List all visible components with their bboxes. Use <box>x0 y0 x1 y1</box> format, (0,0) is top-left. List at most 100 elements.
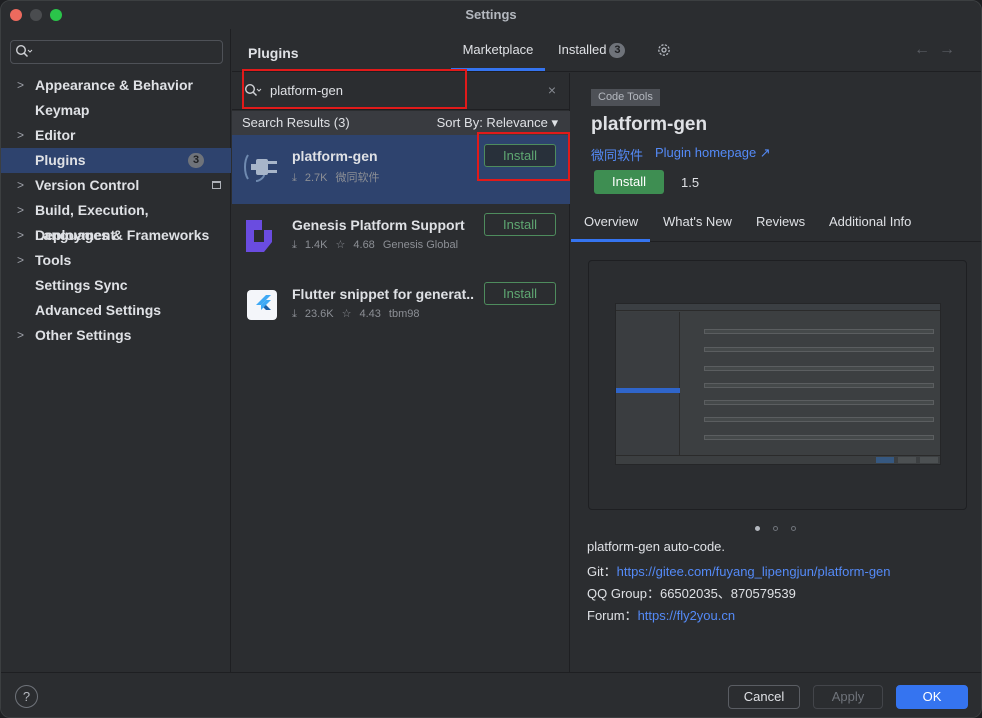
tab-reviews[interactable]: Reviews <box>756 204 805 241</box>
tab-installed[interactable]: Installed 3 <box>558 29 626 72</box>
sidebar-item-label: Other Settings <box>35 327 132 343</box>
carousel-dot[interactable] <box>791 526 796 531</box>
screenshot-carousel[interactable] <box>588 260 967 510</box>
sidebar-item-label: Version Control <box>35 177 140 193</box>
sidebar-item-label: Advanced Settings <box>35 302 162 318</box>
category-tag: Code Tools <box>591 89 660 106</box>
sidebar-item-advanced-settings[interactable]: Advanced Settings <box>1 298 231 323</box>
plugins-update-badge: 3 <box>188 153 204 168</box>
chevron-right-icon: > <box>17 203 25 217</box>
detail-tabs: Overview What's New Reviews Additional I… <box>571 204 981 242</box>
carousel-dot-active[interactable] <box>755 526 760 531</box>
plugins-header: Plugins Marketplace Installed 3 ← → <box>232 29 981 72</box>
git-link[interactable]: https://gitee.com/fuyang_lipengjun/platf… <box>617 564 891 579</box>
gear-icon[interactable] <box>656 42 672 61</box>
minimize-window-button[interactable] <box>30 9 42 21</box>
plugin-name: Genesis Platform Support <box>292 217 465 233</box>
star-icon: ☆ <box>341 308 352 320</box>
maximize-window-button[interactable] <box>50 9 62 21</box>
install-button[interactable]: Install <box>484 282 556 305</box>
vendor-link[interactable]: 微同软件 <box>591 145 643 164</box>
settings-sidebar: > Appearance & Behavior Keymap > Editor … <box>1 29 231 672</box>
sidebar-item-appearance-behavior[interactable]: > Appearance & Behavior <box>1 73 231 98</box>
tab-additional-info[interactable]: Additional Info <box>829 204 911 241</box>
plugin-downloads: 23.6K <box>304 308 334 320</box>
search-icon <box>15 44 33 63</box>
apply-button[interactable]: Apply <box>813 685 883 709</box>
tab-overview[interactable]: Overview <box>584 204 638 241</box>
plugin-name: platform-gen <box>292 148 378 164</box>
sidebar-item-label: Tools <box>35 252 72 268</box>
description-qq: QQ Group：66502035、870579539 <box>587 586 796 601</box>
sidebar-item-build-execution-deployment[interactable]: > Build, Execution, Deployment <box>1 198 231 243</box>
tab-whats-new[interactable]: What's New <box>663 204 732 241</box>
title-bar: Settings <box>1 1 981 29</box>
sidebar-item-label: Settings Sync <box>35 277 128 293</box>
sidebar-item-version-control[interactable]: > Version Control <box>1 173 231 198</box>
sidebar-search-input[interactable] <box>10 40 223 64</box>
sidebar-item-label: Plugins <box>35 152 86 168</box>
chevron-right-icon: > <box>17 253 25 267</box>
tab-marketplace[interactable]: Marketplace <box>451 29 545 72</box>
active-tab-indicator <box>571 239 650 242</box>
forward-arrow-icon[interactable]: → <box>939 41 955 59</box>
plugin-meta: ⤓ 1.4K ☆ 4.68 Genesis Global <box>292 238 466 252</box>
flutter-logo-icon <box>242 285 282 325</box>
sidebar-item-label: Appearance & Behavior <box>35 77 193 93</box>
settings-window: Settings > Appearance & Behavior Keymap … <box>0 0 982 718</box>
sidebar-item-settings-sync[interactable]: Settings Sync <box>1 273 231 298</box>
chevron-right-icon: > <box>17 328 25 342</box>
installed-count-badge: 3 <box>609 43 626 58</box>
sidebar-item-label: Editor <box>35 127 76 143</box>
install-button[interactable]: Install <box>484 213 556 236</box>
sidebar-item-languages-frameworks[interactable]: > Languages & Frameworks <box>1 223 231 248</box>
genesis-logo-icon <box>242 216 282 256</box>
chevron-right-icon: > <box>17 78 25 92</box>
close-window-button[interactable] <box>10 9 22 21</box>
plugin-homepage-link[interactable]: Plugin homepage ↗ <box>655 145 771 161</box>
plugin-rating: 4.68 <box>353 239 375 251</box>
install-highlight-box <box>477 132 570 181</box>
page-title: Plugins <box>248 45 299 61</box>
download-icon: ⤓ <box>292 172 297 184</box>
back-arrow-icon[interactable]: ← <box>914 41 930 59</box>
chevron-right-icon: > <box>17 228 25 242</box>
plugin-detail-pane: Code Tools platform-gen 微同软件 Plugin home… <box>571 73 981 672</box>
chevron-right-icon: > <box>17 178 25 192</box>
dialog-footer: ? Cancel Apply OK <box>1 672 981 717</box>
description-line: platform-gen auto-code. <box>587 539 726 554</box>
sidebar-item-other-settings[interactable]: > Other Settings <box>1 323 231 348</box>
detail-install-button[interactable]: Install <box>594 170 664 194</box>
clear-search-icon[interactable]: × <box>548 82 556 98</box>
forum-link[interactable]: https://fly2you.cn <box>638 608 736 623</box>
git-label: Git： <box>587 564 617 579</box>
plugin-list-item[interactable]: Genesis Platform Support ⤓ 1.4K ☆ 4.68 Genes… <box>232 204 570 273</box>
carousel-dot[interactable] <box>773 526 778 531</box>
description-forum: Forum：https://fly2you.cn <box>587 605 735 624</box>
cancel-button[interactable]: Cancel <box>728 685 800 709</box>
download-icon: ⤓ <box>292 308 297 320</box>
tab-installed-label: Installed <box>558 42 607 57</box>
plugin-vendor: Genesis Global <box>382 239 459 251</box>
plugin-plug-icon <box>242 147 282 187</box>
plugin-rating: 4.43 <box>359 308 381 320</box>
results-count-label: Search Results (3) <box>242 115 350 130</box>
help-button[interactable]: ? <box>15 685 38 708</box>
sidebar-item-label: Languages & Frameworks <box>35 227 210 243</box>
plugin-vendor: 微同软件 <box>335 172 380 184</box>
project-level-icon <box>212 181 221 189</box>
plugin-meta: ⤓ 23.6K ☆ 4.43 tbm98 <box>292 307 428 321</box>
sidebar-item-editor[interactable]: > Editor <box>1 123 231 148</box>
sidebar-item-tools[interactable]: > Tools <box>1 248 231 273</box>
plugin-list-item[interactable]: Flutter snippet for generat... ⤓ 23.6K ☆ 4.… <box>232 273 570 342</box>
plugin-screenshot <box>615 303 941 465</box>
sidebar-item-label: Keymap <box>35 102 90 118</box>
plugin-downloads: 1.4K <box>304 239 328 251</box>
star-icon: ☆ <box>335 239 346 251</box>
sidebar-item-keymap[interactable]: Keymap <box>1 98 231 123</box>
description-git: Git：https://gitee.com/fuyang_lipengjun/p… <box>587 561 891 580</box>
carousel-pagination <box>755 519 809 534</box>
ok-button[interactable]: OK <box>896 685 968 709</box>
sidebar-item-plugins[interactable]: Plugins 3 <box>1 148 231 173</box>
plugin-meta: ⤓ 2.7K 微同软件 <box>292 169 388 185</box>
